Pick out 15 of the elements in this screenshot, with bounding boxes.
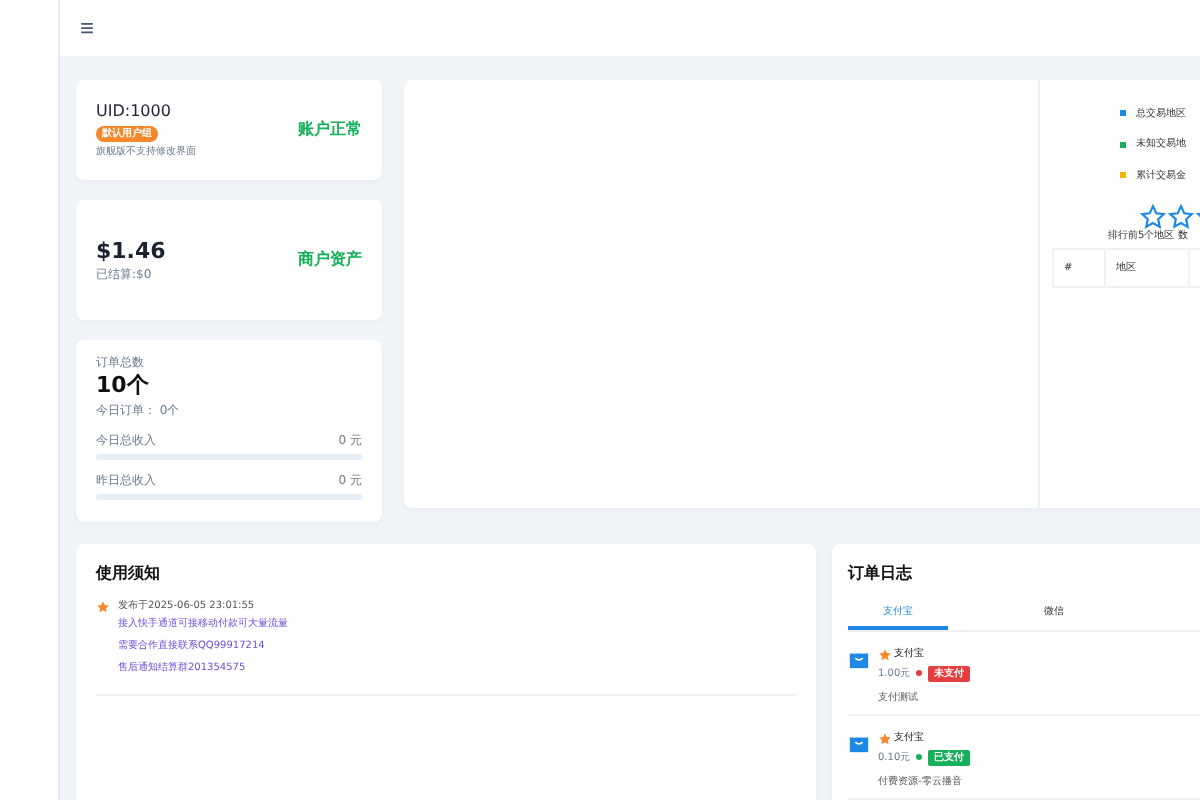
- order-log-title: 订单日志: [848, 564, 914, 584]
- star-icon: [1140, 203, 1166, 229]
- orders-count: 10个: [96, 372, 151, 399]
- user-id: UID:1000: [96, 102, 173, 122]
- star-icon: [878, 731, 892, 746]
- balance-amount: $1.46: [96, 237, 166, 264]
- star-icon: [878, 647, 892, 662]
- balance-label: 商户资产: [298, 250, 362, 270]
- star-icon: [1168, 203, 1194, 229]
- account-status: 账户正常: [298, 120, 362, 140]
- star-icon: [96, 599, 110, 614]
- shopping-bag-icon: [848, 731, 870, 754]
- menu-button[interactable]: ≡: [76, 14, 99, 42]
- shopping-bag-icon: [848, 647, 870, 670]
- notice-title: 使用须知: [96, 564, 162, 584]
